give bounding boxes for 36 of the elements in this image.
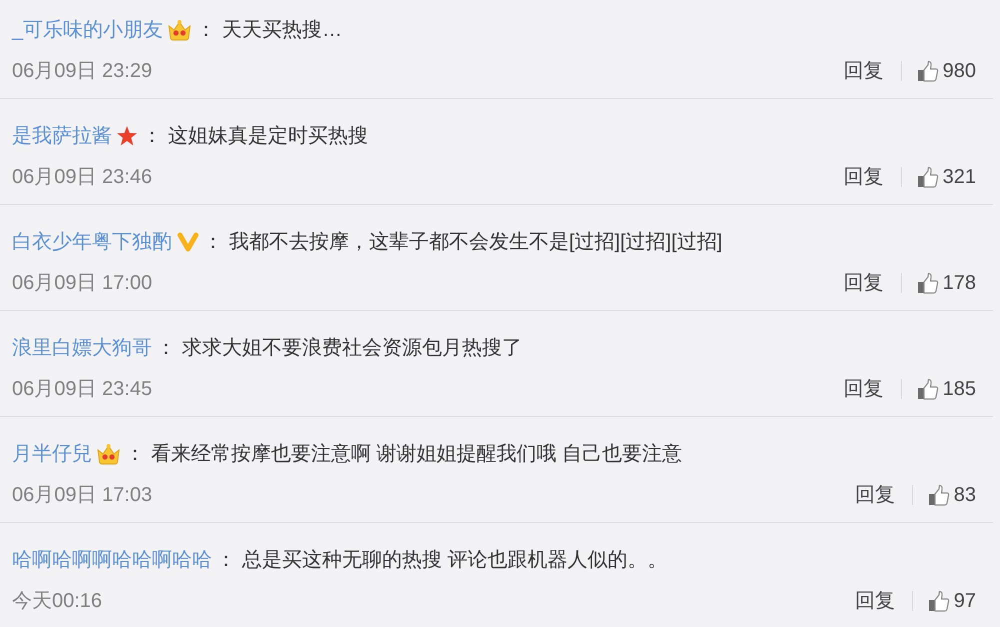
colon-text: ：	[125, 442, 145, 466]
like-count: 83	[954, 483, 976, 507]
reply-link[interactable]: 回复	[844, 59, 884, 83]
comment-text: 看来经常按摩也要注意啊 谢谢姐姐提醒我们哦 自己也要注意	[151, 442, 682, 466]
thumbs-up-icon[interactable]	[928, 590, 950, 612]
comment-time: 06月09日 23:45	[12, 377, 152, 401]
thumbs-up-icon[interactable]	[916, 166, 939, 188]
comment-time: 06月09日 23:29	[12, 59, 152, 83]
like-count: 321	[942, 165, 976, 189]
colon-text: ：	[156, 336, 176, 360]
colon-text: ：	[216, 548, 236, 572]
like-count: 980	[942, 59, 976, 83]
reply-link[interactable]: 回复	[854, 483, 895, 507]
colon-text: ：	[196, 18, 216, 42]
like-count: 185	[942, 377, 976, 401]
thumbs-up-icon[interactable]	[916, 378, 939, 400]
reply-link[interactable]: 回复	[844, 271, 884, 295]
reply-link[interactable]: 回复	[844, 165, 884, 189]
comment-time: 今天00:16	[12, 589, 102, 613]
thumbs-up-icon[interactable]	[916, 272, 939, 294]
comment-text: 这姐妹真是定时买热搜	[168, 124, 368, 148]
like-count: 178	[942, 271, 976, 295]
comment-text: 天天买热搜…	[222, 18, 342, 42]
thumbs-up-icon[interactable]	[916, 60, 939, 82]
reply-link[interactable]: 回复	[854, 589, 895, 613]
comment-time: 06月09日 23:46	[12, 165, 152, 189]
comment-time: 06月09日 17:03	[12, 483, 152, 507]
comment-text: 求求大姐不要浪费社会资源包月热搜了	[182, 336, 522, 360]
like-count: 97	[954, 589, 976, 613]
colon-text: ：	[142, 124, 162, 148]
colon-text: ：	[203, 230, 223, 254]
comment-time: 06月09日 17:00	[12, 271, 152, 295]
comment-text: 总是买这种无聊的热搜 评论也跟机器人似的。。	[242, 548, 668, 572]
comment-text: 我都不去按摩，这辈子都不会发生不是[过招][过招][过招]	[229, 230, 722, 254]
thumbs-up-icon[interactable]	[928, 484, 950, 506]
reply-link[interactable]: 回复	[844, 377, 884, 401]
